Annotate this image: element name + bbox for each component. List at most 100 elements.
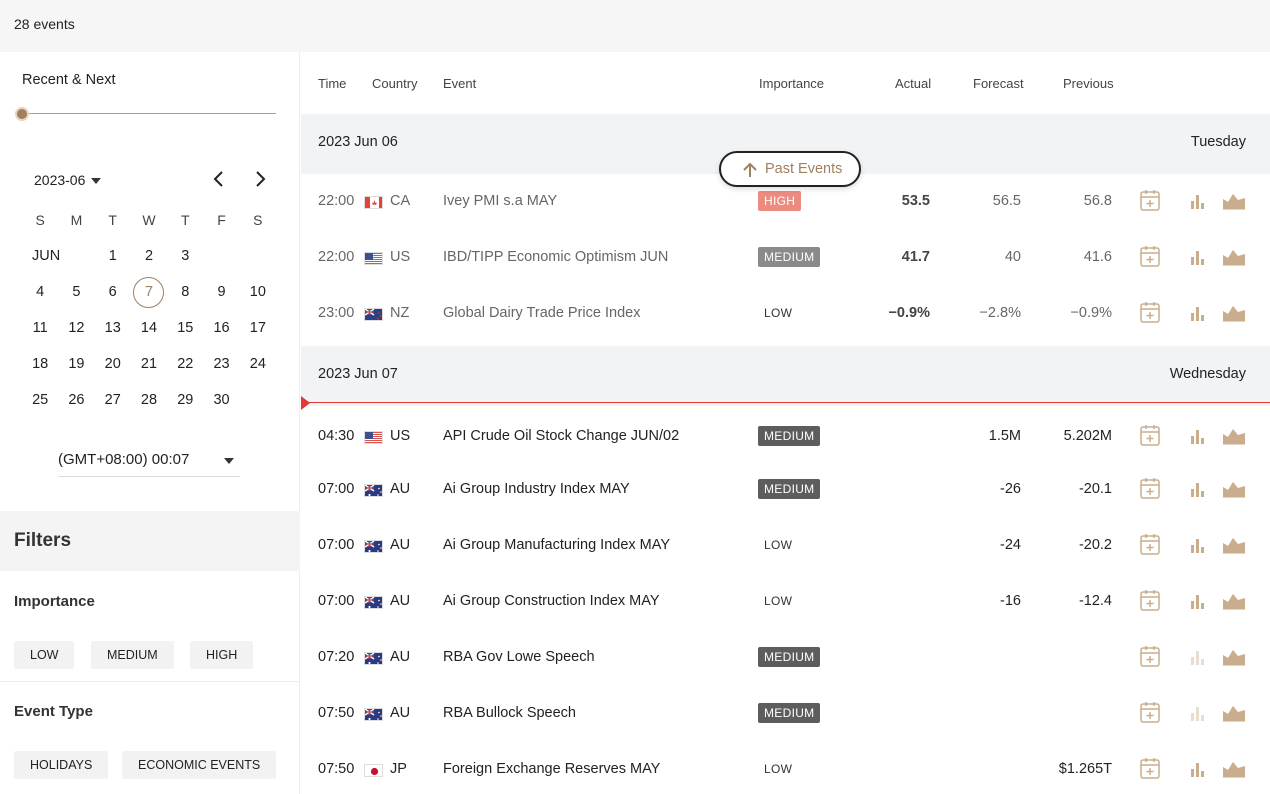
event-time: 07:50 [318,761,355,777]
table-row[interactable]: 07:00 AU Ai Group Construction Index MAY LO… [301,574,1270,630]
calendar-day[interactable]: 3 [167,248,203,264]
calendar-plus-icon[interactable] [1139,244,1161,271]
calendar-day[interactable]: 30 [203,392,239,408]
event-name[interactable]: IBD/TIPP Economic Optimism JUN [443,249,668,265]
column-time: Time [318,76,347,91]
table-row[interactable]: 22:00 US IBD/TIPP Economic Optimism JUN MED… [301,230,1270,286]
calendar-plus-icon[interactable] [1139,188,1161,215]
weekday-label: T [180,212,190,228]
filter-chip-low[interactable]: LOW [14,641,75,669]
table-row[interactable]: 07:20 AU RBA Gov Lowe Speech MEDIUM [301,630,1270,686]
importance-badge: MEDIUM [758,479,821,499]
calendar-day[interactable]: 6 [95,284,131,300]
event-name[interactable]: Foreign Exchange Reserves MAY [443,761,660,777]
calendar-day-number: 30 [213,392,230,408]
event-name[interactable]: RBA Gov Lowe Speech [443,649,595,665]
filter-chip-economic-events[interactable]: ECONOMIC EVENTS [122,751,277,779]
prev-month-button[interactable] [209,168,229,190]
calendar-plus-icon[interactable] [1139,423,1161,450]
bar-chart-icon[interactable] [1188,191,1206,214]
table-row[interactable]: 04:30 US API Crude Oil Stock Change JUN/02… [301,409,1270,465]
event-actual: −0.9% [888,305,930,321]
event-name[interactable]: RBA Bullock Speech [443,705,576,721]
calendar-plus-icon[interactable] [1139,756,1161,783]
calendar-day[interactable]: 16 [203,320,239,336]
calendar-day[interactable]: 13 [95,320,131,336]
bar-chart-icon[interactable] [1188,591,1206,614]
calendar-day[interactable]: 25 [22,392,58,408]
calendar-day[interactable]: 10 [240,284,276,300]
calendar-day[interactable]: 20 [95,356,131,372]
table-row[interactable]: 07:50 AU RBA Bullock Speech MEDIUM [301,686,1270,742]
calendar-day[interactable]: 8 [167,284,203,300]
calendar-day[interactable]: 11 [22,320,58,336]
range-slider-track[interactable] [22,113,276,114]
area-chart-icon[interactable] [1222,703,1246,726]
table-row[interactable]: 07:50 JP Foreign Exchange Reserves MAY LOW $… [301,742,1270,794]
calendar-day[interactable]: 15 [167,320,203,336]
area-chart-icon[interactable] [1222,426,1246,449]
calendar-day[interactable]: 2 [131,248,167,264]
event-name[interactable]: Ai Group Industry Index MAY [443,481,630,497]
calendar-day[interactable]: 22 [167,356,203,372]
area-chart-icon[interactable] [1222,303,1246,326]
calendar-plus-icon[interactable] [1139,300,1161,327]
calendar-day[interactable]: 5 [58,284,94,300]
calendar-day[interactable]: 12 [58,320,94,336]
calendar-day[interactable]: 1 [95,248,131,264]
bar-chart-icon[interactable] [1188,426,1206,449]
bar-chart-icon[interactable] [1188,479,1206,502]
event-name[interactable]: API Crude Oil Stock Change JUN/02 [443,428,679,444]
calendar-day[interactable]: 9 [203,284,239,300]
area-chart-icon[interactable] [1222,759,1246,782]
filter-chip-medium[interactable]: MEDIUM [91,641,174,669]
calendar-week-row: 18 19 20 21 22 23 24 [22,346,276,382]
area-chart-icon[interactable] [1222,479,1246,502]
event-name[interactable]: Ai Group Construction Index MAY [443,593,660,609]
calendar-day[interactable]: 4 [22,284,58,300]
filter-chip-holidays[interactable]: HOLIDAYS [14,751,109,779]
calendar-day[interactable]: 21 [131,356,167,372]
nz-flag-icon [364,308,383,321]
calendar-plus-icon[interactable] [1139,644,1161,671]
next-month-button[interactable] [250,168,270,190]
calendar-plus-icon[interactable] [1139,588,1161,615]
month-selector[interactable]: 2023-06 [34,172,102,188]
weekday-label: T [108,212,117,228]
past-events-button[interactable]: Past Events [719,151,861,187]
bar-chart-icon[interactable] [1188,247,1206,270]
bar-chart-icon[interactable] [1188,303,1206,326]
bar-chart-icon[interactable] [1188,759,1206,782]
calendar-day[interactable]: 18 [22,356,58,372]
calendar-day[interactable]: 29 [167,392,203,408]
calendar-plus-icon[interactable] [1139,476,1161,503]
bar-chart-icon[interactable] [1188,535,1206,558]
calendar-day[interactable]: 14 [131,320,167,336]
calendar-day[interactable]: 27 [95,392,131,408]
filter-chip-high[interactable]: HIGH [190,641,254,669]
area-chart-icon[interactable] [1222,247,1246,270]
calendar-plus-icon[interactable] [1139,532,1161,559]
calendar-day[interactable]: 19 [58,356,94,372]
calendar-day-number: 11 [32,320,48,336]
calendar-day[interactable]: 17 [240,320,276,336]
calendar-plus-icon[interactable] [1139,700,1161,727]
chevron-left-icon [213,171,223,187]
timezone-selector[interactable]: (GMT+08:00) 00:07 [58,451,240,477]
area-chart-icon[interactable] [1222,535,1246,558]
calendar-day[interactable]: 26 [58,392,94,408]
event-name[interactable]: Ivey PMI s.a MAY [443,193,557,209]
range-slider-handle[interactable] [15,107,29,121]
table-row[interactable]: 07:00 AU Ai Group Industry Index MAY MEDIUM… [301,462,1270,518]
calendar-day[interactable]: 23 [203,356,239,372]
calendar-day[interactable]: 7 [131,276,167,308]
calendar-day[interactable]: 28 [131,392,167,408]
area-chart-icon[interactable] [1222,591,1246,614]
event-name[interactable]: Global Dairy Trade Price Index [443,305,640,321]
table-row[interactable]: 07:00 AU Ai Group Manufacturing Index MAY L… [301,518,1270,574]
calendar-day[interactable]: 24 [240,356,276,372]
area-chart-icon[interactable] [1222,191,1246,214]
event-name[interactable]: Ai Group Manufacturing Index MAY [443,537,670,553]
area-chart-icon[interactable] [1222,647,1246,670]
table-row[interactable]: 23:00 NZ Global Dairy Trade Price Index LOW… [301,286,1270,342]
